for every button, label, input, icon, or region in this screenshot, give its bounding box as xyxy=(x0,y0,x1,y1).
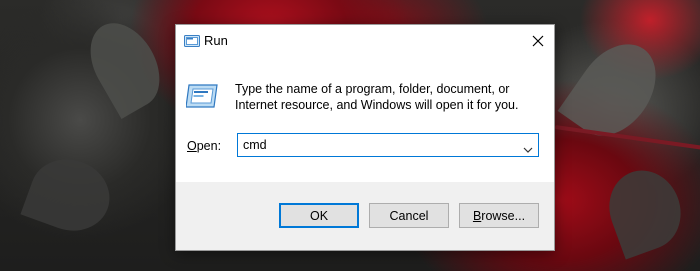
open-label-rest: pen: xyxy=(196,139,222,153)
cancel-button[interactable]: Cancel xyxy=(369,203,449,228)
run-icon xyxy=(184,34,200,48)
chevron-down-icon[interactable] xyxy=(523,141,533,153)
run-icon xyxy=(185,81,220,111)
close-button[interactable] xyxy=(522,25,554,57)
open-label-mnemonic: O xyxy=(187,139,197,153)
background-leaf xyxy=(76,11,174,119)
open-input[interactable]: cmd xyxy=(243,138,267,152)
close-icon xyxy=(532,35,544,47)
ok-button[interactable]: OK xyxy=(279,203,359,228)
browse-label-rest: rowse... xyxy=(481,208,526,223)
browse-button[interactable]: Browse... xyxy=(459,203,539,228)
open-combobox[interactable]: cmd xyxy=(237,133,539,157)
dialog-title: Run xyxy=(204,33,228,48)
background-leaf xyxy=(20,148,120,242)
background-stem xyxy=(554,125,700,150)
open-label: Open: xyxy=(187,139,221,153)
dialog-description: Type the name of a program, folder, docu… xyxy=(235,82,519,112)
title-bar: Run xyxy=(176,25,554,57)
browse-mnemonic: B xyxy=(472,208,482,223)
background-leaf xyxy=(598,160,692,260)
run-dialog: Run Type the name of a program, folder, … xyxy=(175,24,555,251)
